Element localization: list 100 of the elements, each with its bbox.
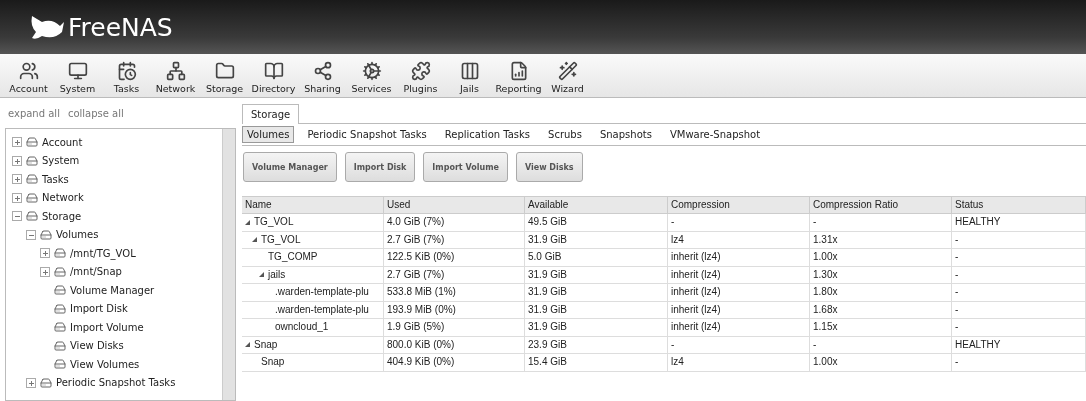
tree-item[interactable]: Account: [42, 136, 83, 148]
toolbar-label[interactable]: Account: [9, 83, 48, 94]
subtab[interactable]: Periodic Snapshot Tasks: [302, 126, 432, 143]
toolbar-label[interactable]: Reporting: [495, 83, 542, 94]
expand-toggle[interactable]: [40, 248, 50, 259]
table-cell: 2.7 GiB (7%): [384, 266, 525, 284]
tree-item[interactable]: Import Volume: [70, 321, 144, 333]
toolbar-label[interactable]: Storage: [205, 83, 244, 94]
subtab[interactable]: VMware-Snapshot: [664, 126, 766, 143]
table-cell: 31.9 GiB: [525, 319, 668, 337]
drive-icon: [54, 339, 66, 352]
tree-link[interactable]: collapse all: [67, 108, 124, 119]
drive-icon: [26, 191, 38, 204]
wand-icon[interactable]: [557, 61, 578, 81]
expander-triangle-icon[interactable]: [252, 237, 257, 243]
column-header[interactable]: Status: [952, 196, 1086, 214]
column-header[interactable]: Used: [384, 196, 525, 214]
subtab[interactable]: Replication Tasks: [439, 126, 536, 143]
table-cell: -: [952, 319, 1086, 337]
logo-text: FreeNAS: [68, 12, 173, 42]
table-cell: 122.5 KiB (0%): [384, 249, 525, 267]
column-header[interactable]: Compression Ratio: [810, 196, 952, 214]
table-cell: -: [810, 214, 952, 232]
column-header[interactable]: Name: [242, 196, 384, 214]
tree-item[interactable]: View Disks: [70, 340, 124, 352]
action-button[interactable]: Import Volume: [423, 152, 508, 182]
expander-triangle-icon[interactable]: [259, 272, 264, 278]
toolbar-label[interactable]: Services: [351, 83, 392, 94]
tree-item[interactable]: View Volumes: [70, 358, 140, 370]
tree-item[interactable]: Tasks: [42, 173, 69, 185]
monitor-icon[interactable]: [67, 61, 88, 81]
table-cell: lz4: [668, 354, 810, 372]
columns-icon[interactable]: [459, 61, 480, 81]
subtab[interactable]: Volumes: [242, 126, 295, 143]
toolbar-label[interactable]: Jails: [460, 83, 479, 94]
subtab[interactable]: Snapshots: [594, 126, 657, 143]
action-button[interactable]: Import Disk: [344, 152, 416, 182]
network-icon[interactable]: [165, 61, 186, 81]
tree-item[interactable]: Volume Manager: [70, 284, 155, 296]
table-cell: 1.00x: [810, 354, 952, 372]
folder-icon[interactable]: [214, 61, 235, 81]
tree-item[interactable]: Network: [42, 192, 84, 204]
toolbar-label[interactable]: Sharing: [304, 83, 341, 94]
table-cell: 31.9 GiB: [525, 284, 668, 302]
puzzle-icon[interactable]: [410, 61, 431, 81]
table-cell: -: [952, 354, 1086, 372]
tab[interactable]: Storage: [242, 104, 300, 124]
expand-toggle[interactable]: [12, 137, 22, 148]
collapse-toggle[interactable]: [26, 229, 36, 240]
share-icon[interactable]: [312, 61, 333, 81]
collapse-toggle[interactable]: [12, 211, 22, 222]
action-button[interactable]: View Disks: [515, 152, 583, 182]
subtab[interactable]: Scrubs: [543, 126, 587, 143]
table-cell: 1.80x: [810, 284, 952, 302]
table-cell: TG_COMP: [242, 249, 384, 267]
tree-link[interactable]: expand all: [8, 108, 60, 119]
tree-item[interactable]: System: [42, 155, 80, 167]
tree-item[interactable]: Periodic Snapshot Tasks: [56, 377, 176, 389]
calendar-icon[interactable]: [116, 61, 137, 81]
column-header[interactable]: Available: [525, 196, 668, 214]
expand-toggle[interactable]: [40, 266, 50, 277]
expand-toggle[interactable]: [26, 377, 36, 388]
table-cell: 1.00x: [810, 249, 952, 267]
table-cell: 15.4 GiB: [525, 354, 668, 372]
table-cell: .warden-template-plu: [242, 301, 384, 319]
expander-triangle-icon[interactable]: [245, 219, 250, 225]
users-icon[interactable]: [18, 61, 39, 81]
expand-toggle[interactable]: [12, 155, 22, 166]
drive-icon: [40, 228, 52, 241]
table-cell: -: [952, 301, 1086, 319]
toolbar-label[interactable]: Plugins: [403, 83, 438, 94]
tree-item[interactable]: /mnt/Snap: [70, 266, 122, 278]
table-cell: 49.5 GiB: [525, 214, 668, 232]
toolbar-label[interactable]: Directory: [251, 83, 296, 94]
action-button[interactable]: Volume Manager: [243, 152, 337, 182]
tree-item[interactable]: Import Disk: [70, 303, 128, 315]
table-cell: 2.7 GiB (7%): [384, 231, 525, 249]
expand-toggle[interactable]: [12, 174, 22, 185]
table-cell: 193.9 MiB (0%): [384, 301, 525, 319]
drive-icon: [54, 265, 66, 278]
table-cell: 4.0 GiB (7%): [384, 214, 525, 232]
column-header[interactable]: Compression: [668, 196, 810, 214]
toolbar-label[interactable]: Network: [155, 83, 196, 94]
book-icon[interactable]: [263, 61, 284, 81]
expander-triangle-icon[interactable]: [245, 342, 250, 348]
tree-item[interactable]: Storage: [42, 210, 82, 222]
expand-toggle[interactable]: [12, 192, 22, 203]
tree-item[interactable]: /mnt/TG_VOL: [70, 247, 136, 259]
table-cell: 1.30x: [810, 266, 952, 284]
tree-item[interactable]: Volumes: [56, 229, 99, 241]
toolbar-label[interactable]: System: [59, 83, 96, 94]
table-cell: -: [952, 266, 1086, 284]
toolbar-label[interactable]: Tasks: [113, 83, 140, 94]
gear-icon[interactable]: [361, 61, 382, 81]
scrollbar[interactable]: [222, 129, 235, 400]
table-cell: 533.8 MiB (1%): [384, 284, 525, 302]
drive-icon: [40, 376, 52, 389]
drive-icon: [54, 284, 66, 297]
table-cell: TG_VOL: [242, 214, 384, 232]
toolbar-label[interactable]: Wizard: [551, 83, 584, 94]
